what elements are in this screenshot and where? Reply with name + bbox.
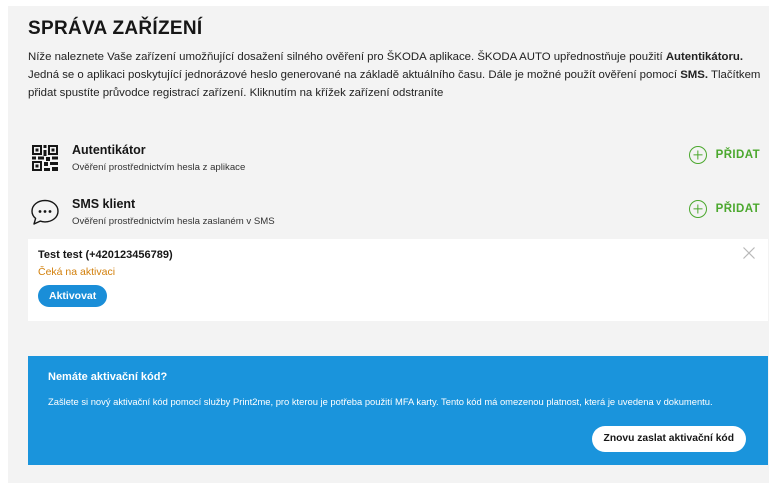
device-name: Test test (+420123456789) [38,249,173,261]
plus-circle-icon [688,146,707,164]
device-card: Test test (+420123456789) Čeká na aktiva… [28,239,768,321]
intro-part-bold: SMS. [680,69,709,81]
qr-code-icon [32,145,58,171]
page-title: SPRÁVA ZAŘÍZENÍ [28,18,203,39]
device-management-panel: SPRÁVA ZAŘÍZENÍ Níže naleznete Vaše zaří… [8,6,769,483]
method-title: SMS klient [72,197,136,211]
resend-activation-code-button[interactable]: Znovu zaslat aktivační kód [591,426,746,452]
info-text: Zašlete si nový aktivační kód pomocí slu… [48,396,713,407]
method-sms: SMS klient Ověření prostřednictvím hesla… [28,197,768,237]
intro-part: Níže naleznete Vaše zařízení umožňující … [28,51,666,63]
add-authenticator-button[interactable]: PŘIDAT [688,146,760,164]
device-status: Čeká na aktivaci [38,266,116,278]
close-icon[interactable] [742,246,756,260]
chat-bubble-icon [31,199,59,225]
method-title: Autentikátor [72,143,146,157]
method-description: Ověření prostřednictvím hesla z aplikace [72,162,246,173]
method-authenticator: Autentikátor Ověření prostřednictvím hes… [28,143,768,183]
intro-text: Níže naleznete Vaše zařízení umožňující … [28,48,770,102]
add-sms-button[interactable]: PŘIDAT [688,200,760,218]
intro-part: Jedná se o aplikaci poskytující jednoráz… [28,69,681,81]
intro-part-bold: Autentikátoru. [665,51,744,63]
add-label: PŘIDAT [715,149,760,161]
add-label: PŘIDAT [715,203,760,215]
method-description: Ověření prostřednictvím hesla zaslaném v… [72,216,275,227]
plus-circle-icon [688,200,707,218]
info-title: Nemáte aktivační kód? [48,371,168,383]
activate-button[interactable]: Aktivovat [38,285,108,307]
activation-code-info-box: Nemáte aktivační kód? Zašlete si nový ak… [28,356,768,465]
